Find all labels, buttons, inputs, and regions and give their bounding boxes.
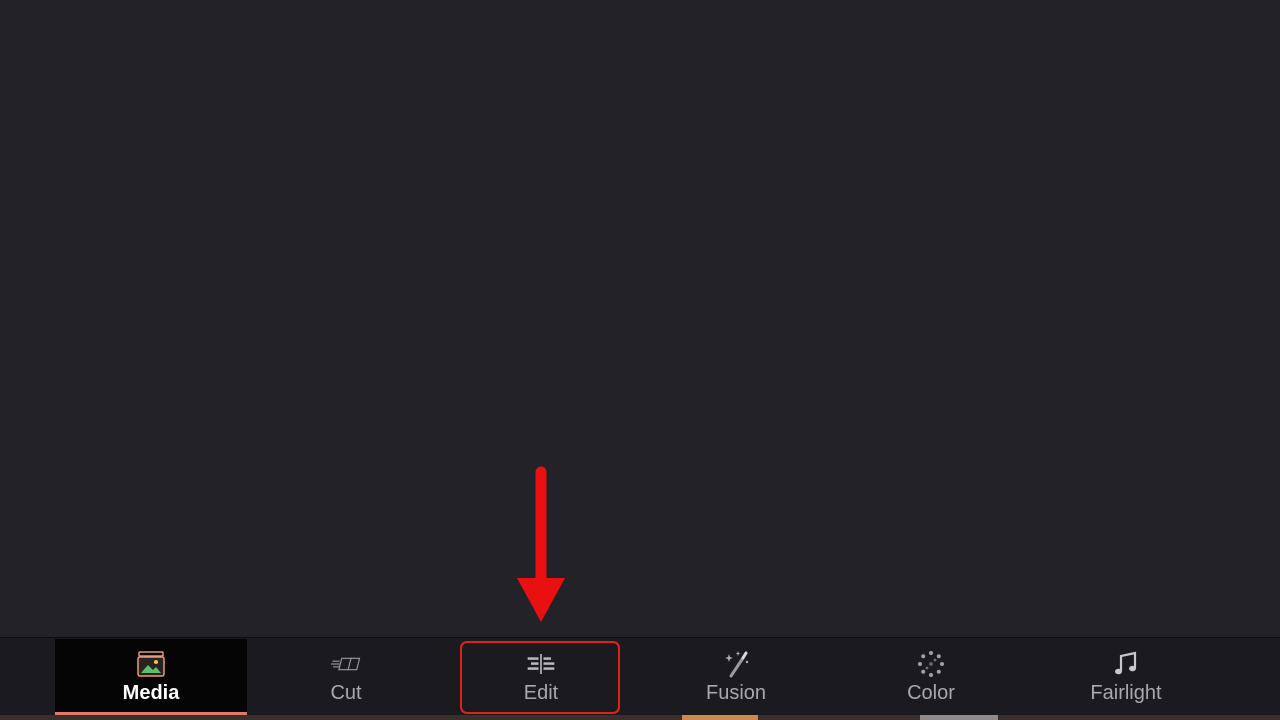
page-tab-media[interactable]: Media: [55, 639, 247, 715]
page-tab-label: Color: [907, 682, 955, 704]
color-icon: [916, 650, 946, 678]
page-tab-color[interactable]: Color: [835, 639, 1027, 715]
page-tab-label: Cut: [330, 682, 362, 704]
page-navigation-bar: Media Cut Edit Fusion Color Fairlight: [0, 637, 1280, 716]
cut-icon: [331, 650, 361, 678]
page-tab-fusion[interactable]: Fusion: [640, 639, 832, 715]
page-tab-edit[interactable]: Edit: [445, 639, 637, 715]
strip-marker: [682, 715, 758, 720]
page-tab-cut[interactable]: Cut: [250, 639, 442, 715]
music-note-icon: [1111, 650, 1141, 678]
media-icon: [136, 650, 166, 678]
page-tab-label: Media: [122, 682, 180, 704]
bottom-status-strip: [0, 715, 1280, 720]
workspace-area: [0, 0, 1280, 637]
page-tab-label: Fairlight: [1090, 682, 1162, 704]
page-tab-label: Edit: [523, 682, 559, 704]
page-tab-fairlight[interactable]: Fairlight: [1030, 639, 1222, 715]
edit-icon: [526, 650, 556, 678]
fusion-icon: [721, 650, 751, 678]
annotation-arrow-icon: [517, 466, 565, 622]
page-tab-label: Fusion: [705, 682, 767, 704]
strip-marker: [920, 715, 998, 720]
